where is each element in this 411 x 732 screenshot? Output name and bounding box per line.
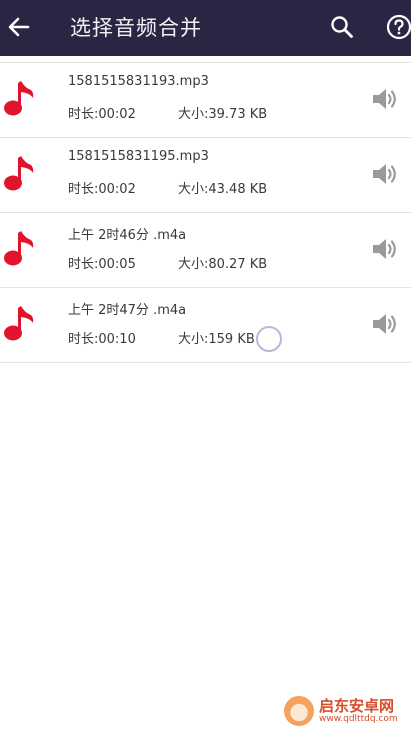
help-button[interactable]	[384, 12, 411, 42]
file-size: 大小:39.73 KB	[178, 107, 268, 122]
music-note-icon	[4, 156, 34, 191]
file-size: 大小:159 KB	[178, 332, 255, 347]
file-name: 上午 2时47分 .m4a	[68, 303, 187, 318]
file-duration: 时长:00:05	[68, 257, 136, 272]
file-size: 大小:43.48 KB	[178, 182, 268, 197]
list-item[interactable]: 上午 2时46分 .m4a 时长:00:05 大小:80.27 KB	[0, 213, 411, 288]
file-duration: 时长:00:02	[68, 182, 136, 197]
site-watermark: 启东安卓网 www.qdlttdq.com	[284, 694, 406, 728]
file-name: 1581515831195.mp3	[68, 149, 209, 164]
file-duration: 时长:00:10	[68, 332, 136, 347]
list-item[interactable]: 1581515831195.mp3 时长:00:02 大小:43.48 KB	[0, 138, 411, 213]
list-item[interactable]: 上午 2时47分 .m4a 时长:00:10 大小:159 KB	[0, 288, 411, 363]
help-circle-icon	[386, 14, 411, 40]
file-duration: 时长:00:02	[68, 107, 136, 122]
speaker-icon[interactable]	[371, 311, 399, 337]
page-title: 选择音频合并	[70, 16, 202, 40]
app-bar: 选择音频合并	[0, 0, 411, 56]
music-note-icon	[4, 81, 34, 116]
watermark-logo-icon	[284, 696, 314, 726]
speaker-icon[interactable]	[371, 236, 399, 262]
back-button[interactable]	[2, 10, 36, 44]
touch-indicator	[256, 326, 282, 352]
arrow-left-icon	[8, 17, 30, 37]
file-name: 1581515831193.mp3	[68, 74, 209, 89]
search-icon	[331, 16, 353, 38]
search-button[interactable]	[327, 12, 357, 42]
watermark-name: 启东安卓网	[319, 697, 395, 715]
audio-file-list: 1581515831193.mp3 时长:00:02 大小:39.73 KB 1…	[0, 62, 411, 363]
list-item[interactable]: 1581515831193.mp3 时长:00:02 大小:39.73 KB	[0, 62, 411, 138]
watermark-url: www.qdlttdq.com	[319, 714, 398, 724]
music-note-icon	[4, 306, 34, 341]
file-size: 大小:80.27 KB	[178, 257, 268, 272]
file-name: 上午 2时46分 .m4a	[68, 228, 187, 243]
music-note-icon	[4, 231, 34, 266]
speaker-icon[interactable]	[371, 161, 399, 187]
speaker-icon[interactable]	[371, 86, 399, 112]
